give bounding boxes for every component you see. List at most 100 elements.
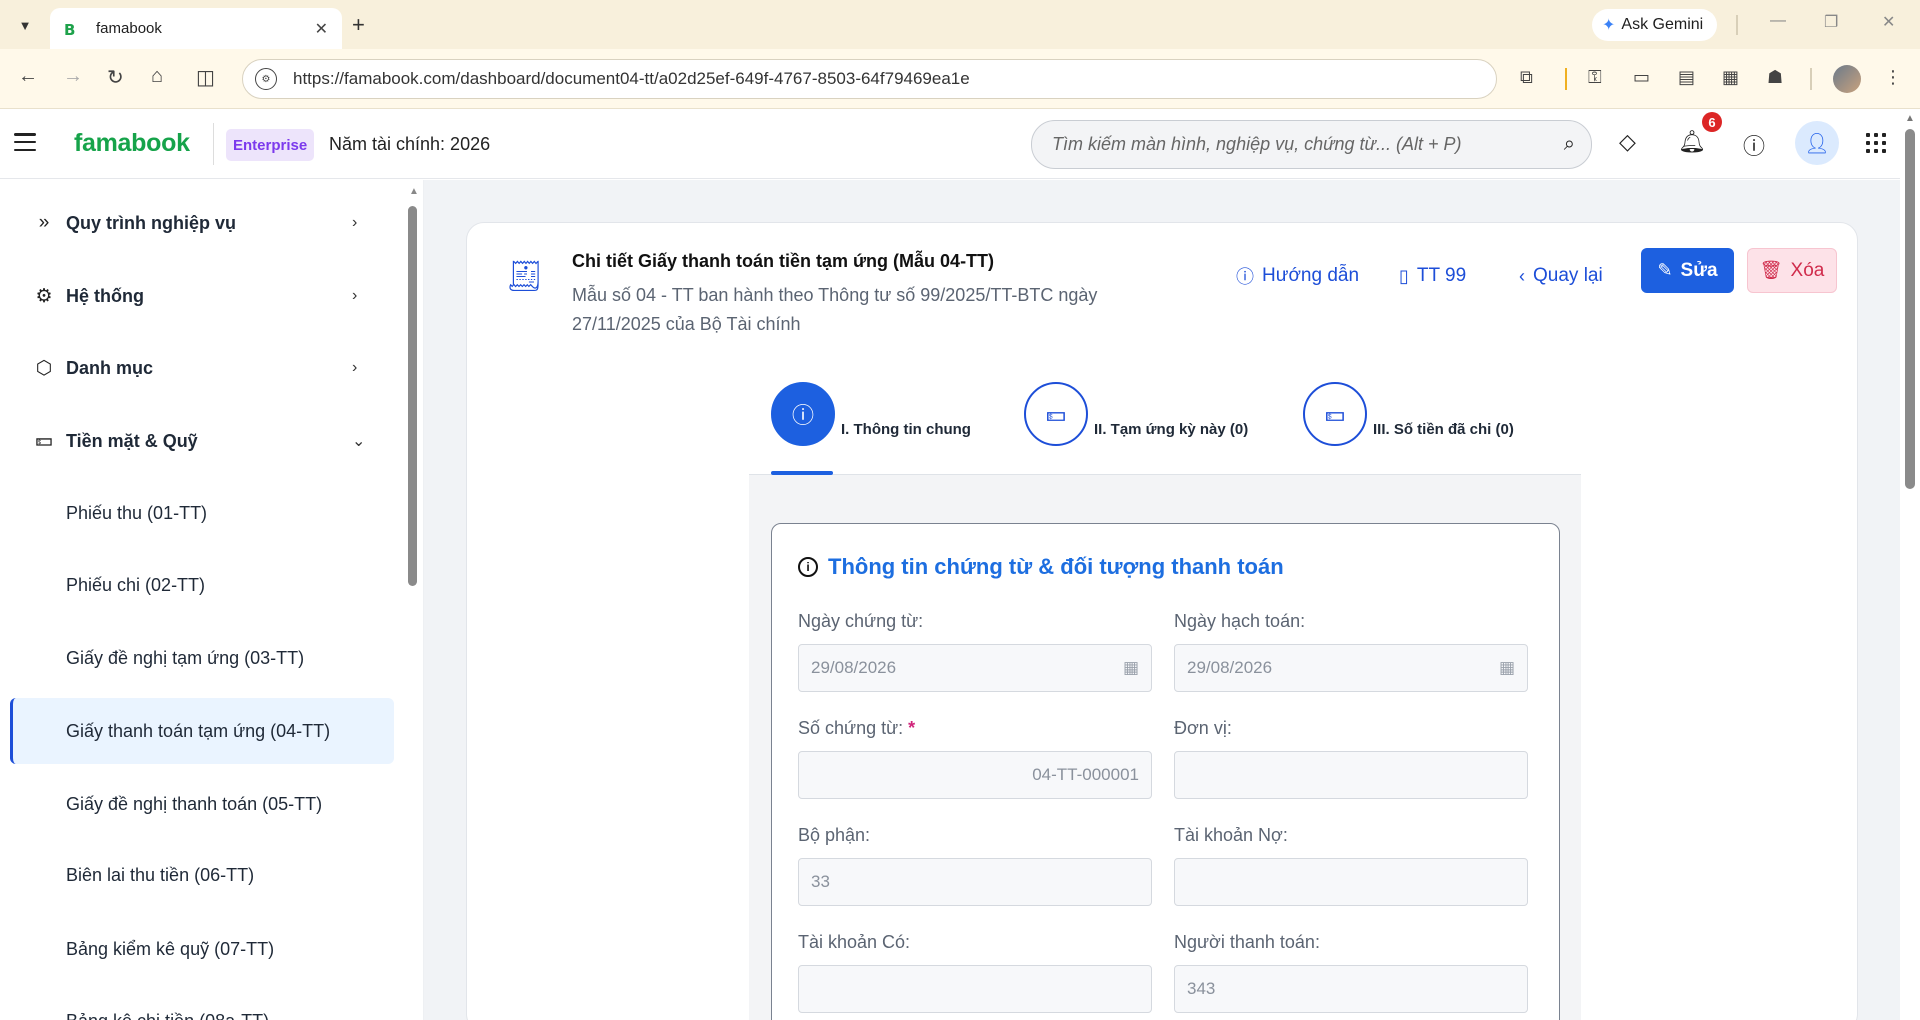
diamond-icon[interactable]: ◇ bbox=[1619, 129, 1636, 155]
ask-gemini-button[interactable]: ✦ Ask Gemini bbox=[1592, 9, 1718, 41]
tab-amount-spent[interactable]: 💵︎ III. Số tiền đã chi (0) bbox=[1303, 381, 1514, 447]
scrollbar-thumb[interactable] bbox=[408, 206, 417, 586]
gemini-sparkle-icon: ✦ bbox=[1602, 17, 1616, 34]
calendar-icon[interactable]: ▦ bbox=[1499, 658, 1515, 678]
scrollbar-thumb[interactable] bbox=[1905, 129, 1915, 489]
box-icon: ⬡ bbox=[35, 357, 53, 379]
forward-arrow-icon[interactable]: → bbox=[63, 65, 83, 88]
notification-badge: 6 bbox=[1702, 112, 1722, 132]
back-button[interactable]: ‹ Quay lại bbox=[1519, 258, 1603, 294]
card-icon[interactable]: ▭ bbox=[1633, 67, 1650, 88]
sidebar-group-catalog[interactable]: ⬡ Danh mục › bbox=[0, 338, 400, 398]
reading-mode-icon[interactable]: ▤ bbox=[1678, 67, 1695, 88]
tab-label: II. Tạm ứng kỳ này (0) bbox=[1094, 420, 1249, 438]
search-icon[interactable]: ⌕ bbox=[1564, 133, 1575, 156]
page-scrollbar[interactable]: ▲ bbox=[1900, 109, 1920, 1020]
field-label: Bộ phận: bbox=[798, 825, 871, 845]
user-account-button[interactable]: 👤︎ bbox=[1795, 121, 1839, 165]
form-section: i Thông tin chứng từ & đối tượng thanh t… bbox=[771, 523, 1560, 1020]
sidebar-item-02tt[interactable]: Phiếu chi (02-TT) bbox=[10, 552, 394, 618]
url-text: https://famabook.com/dashboard/document0… bbox=[293, 69, 970, 88]
sidebar-item-04tt[interactable]: Giấy thanh toán tạm ứng (04-TT) bbox=[10, 698, 394, 764]
sidebar-item-01tt[interactable]: Phiếu thu (01-TT) bbox=[10, 480, 394, 546]
minimize-icon[interactable]: — bbox=[1770, 12, 1786, 30]
close-tab-icon[interactable]: ✕ bbox=[315, 19, 328, 39]
cash-icon: 💵︎ bbox=[35, 430, 53, 451]
fiscal-year[interactable]: Năm tài chính: 2026 bbox=[329, 134, 490, 155]
payer-field[interactable]: 343 bbox=[1174, 965, 1528, 1013]
document-card: 🧾︎ Chi tiết Giấy thanh toán tiền tạm ứng… bbox=[466, 222, 1858, 1020]
field-label: Tài khoản Nợ: bbox=[1174, 825, 1288, 845]
help-icon[interactable]: ⓘ bbox=[1743, 129, 1765, 161]
posting-date-field[interactable]: 29/08/2026 ▦ bbox=[1174, 644, 1528, 692]
section-title-text: Thông tin chứng từ & đối tượng thanh toá… bbox=[828, 554, 1284, 579]
field-label: Tài khoản Có: bbox=[798, 932, 911, 952]
back-arrow-icon[interactable]: ← bbox=[18, 65, 38, 88]
profile-avatar[interactable] bbox=[1833, 65, 1861, 93]
sidebar-item-07tt[interactable]: Bảng kiểm kê quỹ (07-TT) bbox=[10, 916, 394, 982]
hamburger-menu-icon[interactable] bbox=[14, 133, 36, 151]
app-logo[interactable]: famabook bbox=[74, 129, 190, 158]
sidebar-group-workflow[interactable]: » Quy trình nghiệp vụ › bbox=[0, 193, 400, 253]
apps-grid-icon[interactable] bbox=[1866, 133, 1886, 153]
split-view-icon[interactable]: ◫ bbox=[196, 65, 215, 90]
calendar-icon[interactable]: ▦ bbox=[1123, 658, 1139, 678]
sidebar-item-08att[interactable]: Bảng kê chi tiền (08a-TT) bbox=[10, 988, 394, 1020]
table-icon[interactable]: ▦ bbox=[1722, 67, 1739, 88]
divider bbox=[213, 123, 214, 165]
home-icon[interactable]: ⌂ bbox=[151, 65, 163, 88]
sidebar-item-06tt[interactable]: Biên lai thu tiền (06-TT) bbox=[10, 842, 394, 908]
address-bar[interactable]: ⚙ https://famabook.com/dashboard/documen… bbox=[242, 59, 1497, 99]
new-tab-button[interactable]: + bbox=[352, 12, 365, 38]
document-number-field[interactable]: 04-TT-000001 bbox=[798, 751, 1152, 799]
more-menu-icon[interactable]: ⋮ bbox=[1884, 67, 1902, 88]
tab-advance-this-period[interactable]: 💵︎ II. Tạm ứng kỳ này (0) bbox=[1024, 381, 1248, 447]
key-icon[interactable]: ⚿ bbox=[1588, 67, 1602, 88]
chevron-right-icon: › bbox=[352, 287, 358, 304]
sidebar-group-cash[interactable]: 💵︎ Tiền mặt & Quỹ ⌄ bbox=[0, 411, 400, 471]
sidebar-group-label: Hệ thống bbox=[66, 285, 144, 306]
delete-button[interactable]: 🗑︎ Xóa bbox=[1747, 248, 1837, 293]
info-icon: i bbox=[798, 557, 818, 577]
window-close-icon[interactable]: ✕ bbox=[1882, 12, 1895, 32]
restore-icon[interactable]: ❐ bbox=[1824, 12, 1838, 32]
sidebar-group-label: Quy trình nghiệp vụ bbox=[66, 212, 236, 233]
sidebar-item-05tt[interactable]: Giấy đề nghị thanh toán (05-TT) bbox=[10, 771, 394, 837]
bell-icon[interactable]: 🔔︎ bbox=[1678, 129, 1706, 155]
favicon-icon: B bbox=[64, 20, 76, 39]
guide-button[interactable]: ⓘ Hướng dẫn bbox=[1236, 258, 1359, 294]
circular-button[interactable]: ▯ TT 99 bbox=[1399, 258, 1466, 294]
debit-account-field[interactable] bbox=[1174, 858, 1528, 906]
document-date-field[interactable]: 29/08/2026 ▦ bbox=[798, 644, 1152, 692]
field-label: Đơn vị: bbox=[1174, 718, 1232, 738]
field-label: Ngày hạch toán: bbox=[1174, 611, 1306, 631]
sidebar-item-03tt[interactable]: Giấy đề nghị tạm ứng (03-TT) bbox=[10, 625, 394, 691]
unit-field[interactable] bbox=[1174, 751, 1528, 799]
browser-tab[interactable]: B famabook ✕ bbox=[50, 8, 342, 49]
tab-search-button[interactable]: ▼ bbox=[10, 10, 40, 40]
reload-icon[interactable]: ↻ bbox=[107, 65, 124, 90]
field-value: 29/08/2026 bbox=[811, 658, 897, 677]
sidebar-scrollbar[interactable]: ▲ bbox=[408, 186, 419, 1020]
scroll-up-icon[interactable]: ▲ bbox=[1905, 113, 1915, 124]
department-field[interactable]: 33 bbox=[798, 858, 1152, 906]
extension-icon[interactable]: ⧉ bbox=[1520, 67, 1533, 88]
chevron-down-icon: ▼ bbox=[18, 17, 32, 33]
divider bbox=[1736, 15, 1738, 35]
page-subtitle: Mẫu số 04 - TT ban hành theo Thông tư số… bbox=[572, 285, 1098, 334]
chevron-left-icon: ‹ bbox=[1519, 265, 1525, 286]
scroll-up-icon[interactable]: ▲ bbox=[409, 186, 419, 197]
site-info-icon[interactable]: ⚙ bbox=[255, 68, 277, 90]
sidebar-group-system[interactable]: ⚙ Hệ thống › bbox=[0, 266, 400, 326]
incognito-icon[interactable]: ☗ bbox=[1767, 67, 1783, 88]
field-label: Người thanh toán: bbox=[1174, 932, 1320, 952]
field-value: 343 bbox=[1187, 979, 1216, 998]
help-circle-icon: ⓘ bbox=[1236, 267, 1254, 287]
search-input[interactable] bbox=[1052, 134, 1564, 155]
edit-button[interactable]: ✎ Sửa bbox=[1641, 248, 1734, 293]
global-search[interactable]: ⌕ bbox=[1031, 120, 1592, 169]
circular-label: TT 99 bbox=[1416, 265, 1467, 286]
credit-account-field[interactable] bbox=[798, 965, 1152, 1013]
sidebar-group-label: Tiền mặt & Quỹ bbox=[66, 430, 198, 451]
tab-general-info[interactable]: ⓘ I. Thông tin chung bbox=[771, 381, 971, 447]
